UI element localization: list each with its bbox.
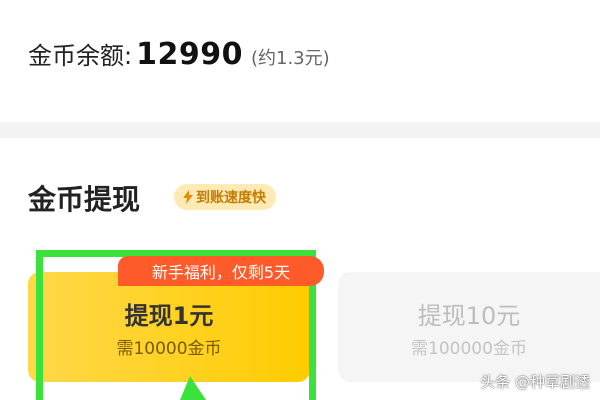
promo-tag: 新手福利，仅剩5天 <box>118 256 324 286</box>
balance-approx-value: (约1.3元) <box>250 48 330 69</box>
balance-label: 金币余额: <box>28 42 133 70</box>
watermark: 头条 @种草剧透 <box>480 373 590 391</box>
speed-badge-label: 到账速度快 <box>196 190 266 206</box>
balance-value: 12990 <box>136 37 243 72</box>
section-divider <box>0 122 600 138</box>
lightning-icon <box>183 190 193 204</box>
speed-badge: 到账速度快 <box>174 184 276 210</box>
balance-panel: 金币余额: 12990 (约1.3元) <box>0 0 600 122</box>
withdraw-option-title: 提现10元 <box>417 302 521 330</box>
balance-row: 金币余额: 12990 (约1.3元) <box>28 36 330 72</box>
section-title: 金币提现 <box>28 183 141 216</box>
withdraw-option-cost: 需100000金币 <box>411 339 527 359</box>
withdraw-option-10yuan[interactable]: 提现10元 需100000金币 <box>338 272 600 382</box>
pointer-arrow-icon <box>180 376 206 400</box>
